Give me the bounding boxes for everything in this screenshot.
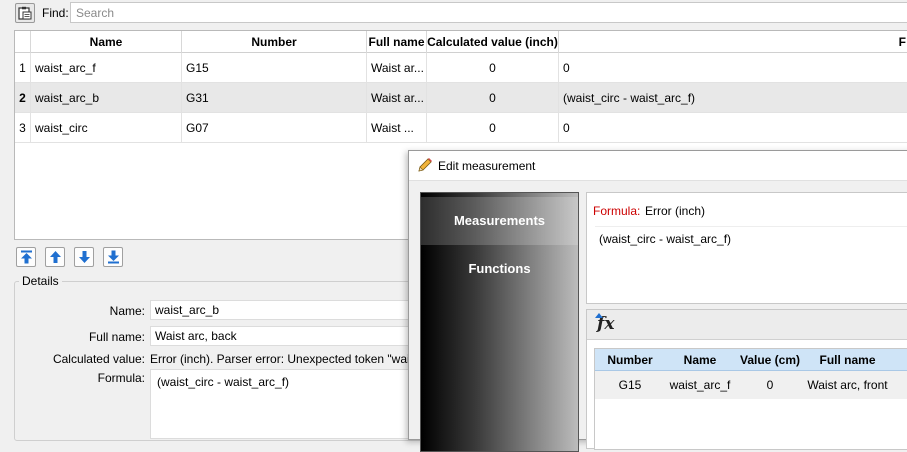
pencil-icon — [418, 158, 432, 172]
cell-number: G15 — [618, 378, 642, 392]
calculated-value-label: Calculated value: — [52, 352, 145, 366]
full-name-field[interactable]: Waist arc, back — [150, 326, 430, 346]
cell-value: 0 — [427, 113, 559, 143]
row-number: 2 — [15, 83, 31, 113]
column-header-full-name[interactable]: Full name — [805, 349, 890, 371]
formula-field[interactable]: (waist_circ - waist_arc_f) — [150, 369, 430, 439]
move-top-icon — [21, 250, 32, 264]
column-header-formula[interactable]: F — [559, 31, 907, 53]
table-row-selected[interactable]: 2 waist_arc_b G31 Waist ar... 0 (waist_c… — [15, 83, 907, 113]
row-number: 1 — [15, 53, 31, 83]
cell-formula: 0 — [563, 121, 570, 135]
cell-number: G31 — [182, 83, 367, 113]
cell-full-name: Waist arc, front — [807, 378, 888, 392]
move-bottom-icon — [108, 250, 119, 264]
formula-editor[interactable]: (waist_circ - waist_arc_f) — [595, 226, 907, 296]
paste-icon[interactable] — [15, 3, 35, 23]
column-header-value[interactable]: Value (cm) — [735, 349, 805, 371]
name-field[interactable]: waist_arc_b — [150, 300, 430, 320]
details-title: Details — [19, 274, 62, 288]
functions-panel: fx Number Name Value (cm) Full name G15 … — [586, 309, 907, 450]
sidebar-item-measurements[interactable]: Measurements — [421, 197, 578, 245]
cell-formula: 0 — [563, 61, 570, 75]
column-header-name[interactable]: Name — [665, 349, 735, 371]
row-number-header — [15, 31, 31, 53]
name-label: Name: — [109, 304, 145, 318]
search-input[interactable] — [70, 2, 907, 23]
row-number: 3 — [15, 113, 31, 143]
cell-value: 0 — [766, 378, 774, 392]
table-header: Name Number Full name Calculated value (… — [15, 31, 907, 53]
column-header-name[interactable]: Name — [31, 31, 182, 53]
functions-table[interactable]: Number Name Value (cm) Full name G15 wai… — [594, 348, 907, 450]
cell-value: 0 — [427, 83, 559, 113]
cell-name: waist_arc_f — [31, 53, 182, 83]
formula-label: Formula: — [97, 371, 145, 385]
function-fx-icon[interactable]: fx — [595, 313, 614, 334]
edit-measurement-dialog: Edit measurement Measurements Functions … — [408, 150, 907, 452]
cell-name: waist_circ — [31, 113, 182, 143]
cell-number: G15 — [182, 53, 367, 83]
sidebar-item-functions[interactable]: Functions — [421, 245, 578, 293]
table-row[interactable]: G15 waist_arc_f 0 Waist arc, front — [595, 371, 907, 399]
cell-full-name: Waist ar... — [367, 53, 427, 83]
formula-result: Error (inch) — [645, 204, 706, 218]
column-header-number[interactable]: Number — [595, 349, 665, 371]
move-down-button[interactable] — [74, 247, 94, 267]
cell-name: waist_arc_f — [669, 378, 731, 392]
table-row[interactable]: 3 waist_circ G07 Waist ... 0 0 — [15, 113, 907, 143]
cell-formula: (waist_circ - waist_arc_f) — [563, 91, 696, 105]
cell-number: G07 — [182, 113, 367, 143]
find-label: Find: — [42, 6, 69, 20]
dialog-sidebar: Measurements Functions — [420, 192, 579, 452]
move-up-icon — [50, 251, 61, 263]
functions-table-header: Number Name Value (cm) Full name — [595, 349, 907, 371]
dialog-title: Edit measurement — [438, 159, 536, 173]
cell-full-name: Waist ar... — [367, 83, 427, 113]
function-toolbar: fx — [587, 310, 907, 340]
column-header-calculated-value[interactable]: Calculated value (inch) — [427, 31, 559, 53]
cell-value: 0 — [427, 53, 559, 83]
calculated-value: Error (inch). Parser error: Unexpected t… — [150, 352, 432, 366]
move-bottom-button[interactable] — [103, 247, 123, 267]
move-up-button[interactable] — [45, 247, 65, 267]
dialog-title-bar[interactable]: Edit measurement — [409, 151, 907, 181]
formula-panel: Formula: Error (inch) (waist_circ - wais… — [586, 192, 907, 304]
move-top-button[interactable] — [16, 247, 36, 267]
cell-full-name: Waist ... — [367, 113, 427, 143]
column-header-number[interactable]: Number — [182, 31, 367, 53]
cell-name: waist_arc_b — [31, 83, 182, 113]
move-down-icon — [79, 251, 90, 263]
formula-label: Formula: — [593, 204, 641, 218]
table-row[interactable]: 1 waist_arc_f G15 Waist ar... 0 0 — [15, 53, 907, 83]
full-name-label: Full name: — [88, 330, 145, 344]
column-header-full-name[interactable]: Full name — [367, 31, 427, 53]
